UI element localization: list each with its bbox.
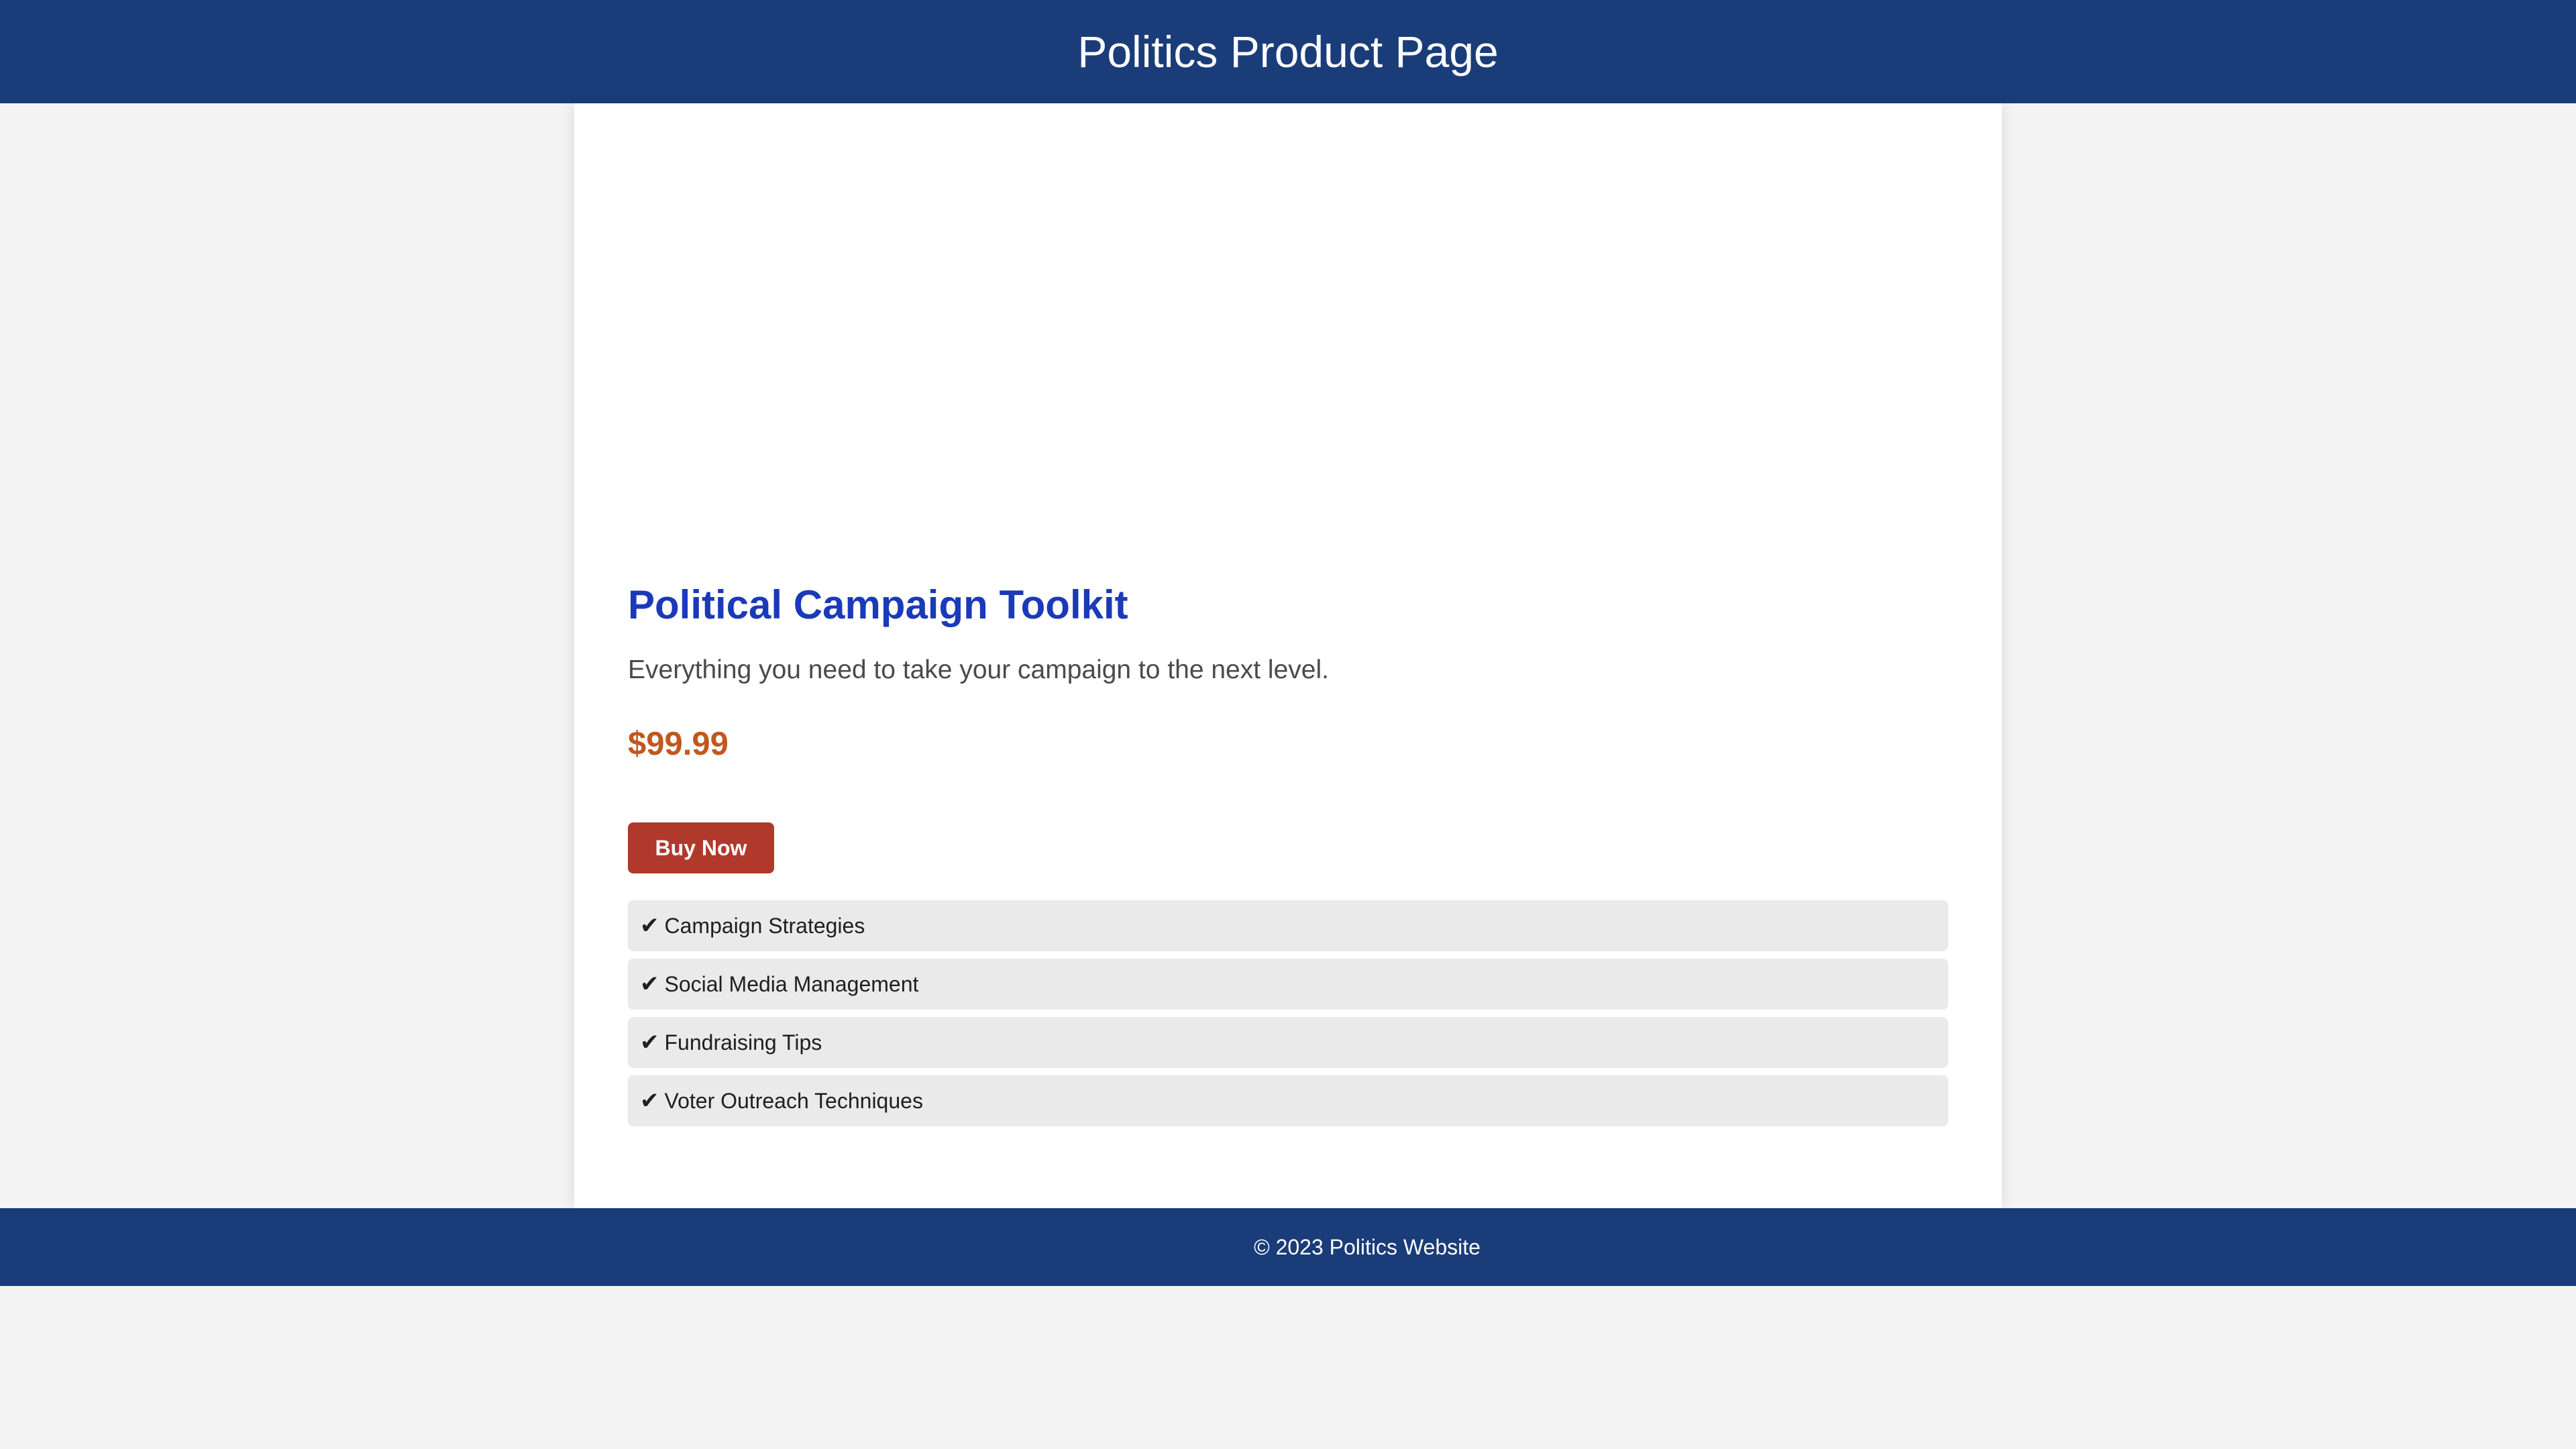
check-icon: ✔	[640, 1087, 659, 1114]
feature-item: ✔ Campaign Strategies	[628, 900, 1948, 951]
check-icon: ✔	[640, 1029, 659, 1056]
product-image	[628, 103, 1948, 533]
feature-item: ✔ Voter Outreach Techniques	[628, 1075, 1948, 1126]
feature-item: ✔ Social Media Management	[628, 959, 1948, 1010]
feature-label: Campaign Strategies	[664, 913, 865, 938]
feature-label: Social Media Management	[664, 971, 919, 996]
feature-list: ✔ Campaign Strategies ✔ Social Media Man…	[628, 900, 1948, 1134]
buy-now-button[interactable]: Buy Now	[628, 822, 774, 873]
product-card: Political Campaign Toolkit Everything yo…	[574, 103, 2002, 1208]
check-icon: ✔	[640, 912, 659, 939]
footer-copyright: © 2023 Politics Website	[1254, 1234, 1481, 1259]
feature-label: Voter Outreach Techniques	[664, 1088, 923, 1113]
feature-item: ✔ Fundraising Tips	[628, 1017, 1948, 1068]
check-icon: ✔	[640, 971, 659, 998]
site-header: Politics Product Page	[0, 0, 2576, 103]
page-title: Politics Product Page	[1077, 27, 1499, 76]
feature-label: Fundraising Tips	[664, 1030, 822, 1055]
product-title: Political Campaign Toolkit	[628, 582, 1128, 627]
product-price: $99.99	[628, 726, 729, 762]
product-description: Everything you need to take your campaig…	[628, 655, 1329, 684]
site-footer: © 2023 Politics Website	[0, 1208, 2576, 1286]
